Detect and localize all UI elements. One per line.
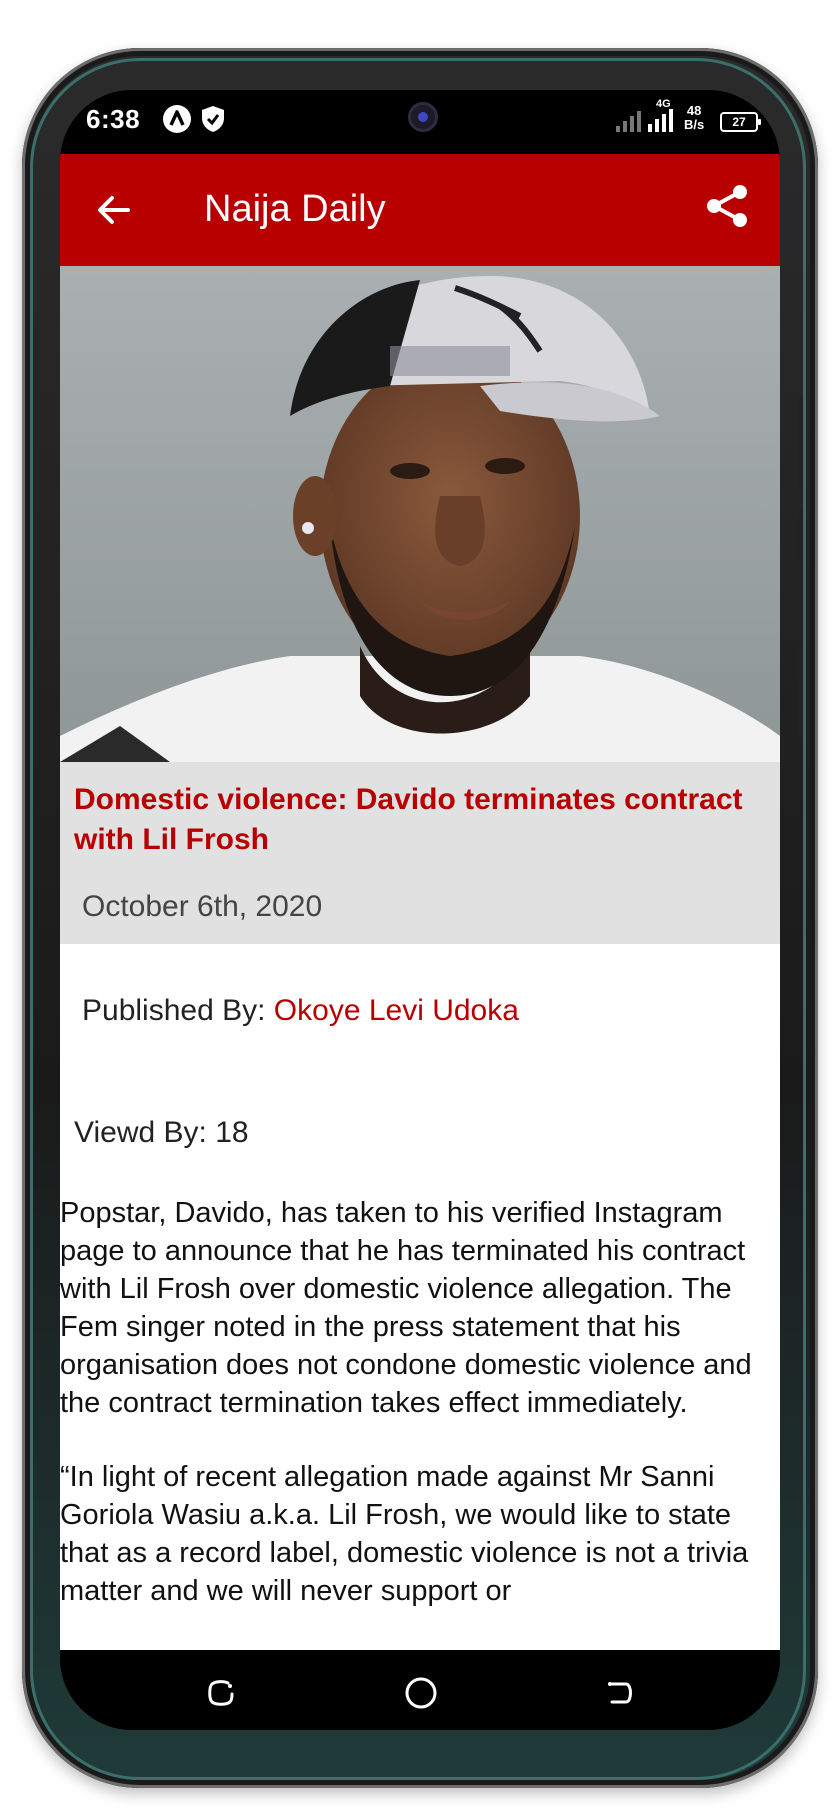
app-notification-icon	[163, 105, 191, 133]
shield-icon	[202, 106, 224, 132]
article-headline: Domestic violence: Davido terminates con…	[74, 783, 743, 856]
status-bar: 6:38 4G 48 B/s 27	[60, 90, 780, 154]
article-body: Popstar, Davido, has taken to his verifi…	[60, 1194, 772, 1646]
volume-button	[798, 398, 806, 488]
app-title: Naija Daily	[204, 188, 386, 230]
recents-icon[interactable]	[206, 1678, 236, 1708]
signal-1-icon	[616, 111, 641, 132]
article-paragraph: Popstar, Davido, has taken to his verifi…	[60, 1197, 752, 1419]
headline-section: Domestic violence: Davido terminates con…	[60, 762, 780, 944]
app-bar: Naija Daily	[60, 154, 780, 266]
net-speed-unit: B/s	[684, 117, 705, 132]
back-nav-icon[interactable]	[606, 1678, 636, 1708]
net-speed-value: 48	[686, 103, 702, 118]
hero-photo	[60, 266, 780, 762]
network-type-label: 4G	[656, 98, 671, 110]
screen: 6:38 4G 48 B/s 27 Naija Daily Domestic v…	[60, 90, 780, 1730]
view-count: Viewd By: 18	[74, 1116, 249, 1150]
article-image	[60, 266, 780, 762]
net-speed: 48 B/s	[684, 104, 704, 132]
power-button	[798, 648, 806, 738]
author-name[interactable]: Okoye Levi Udoka	[274, 994, 519, 1027]
article-content[interactable]: Domestic violence: Davido terminates con…	[60, 266, 780, 1650]
published-by: Published By: Okoye Levi Udoka	[82, 994, 519, 1028]
share-icon[interactable]	[706, 184, 750, 228]
published-label: Published By:	[82, 994, 266, 1027]
battery-icon: 27	[720, 112, 761, 132]
home-circle-icon[interactable]	[404, 1676, 438, 1710]
view-count-value: 18	[215, 1116, 249, 1149]
article-paragraph: “In light of recent allegation made agai…	[60, 1461, 749, 1607]
status-time: 6:38	[86, 104, 141, 134]
arrow-left-icon[interactable]	[96, 192, 132, 228]
battery-level: 27	[732, 115, 746, 129]
system-nav-bar	[60, 1650, 780, 1730]
article-date: October 6th, 2020	[82, 890, 323, 923]
volume-button-2	[798, 508, 806, 598]
front-camera	[408, 102, 438, 132]
viewed-label: Viewd By:	[74, 1116, 207, 1149]
